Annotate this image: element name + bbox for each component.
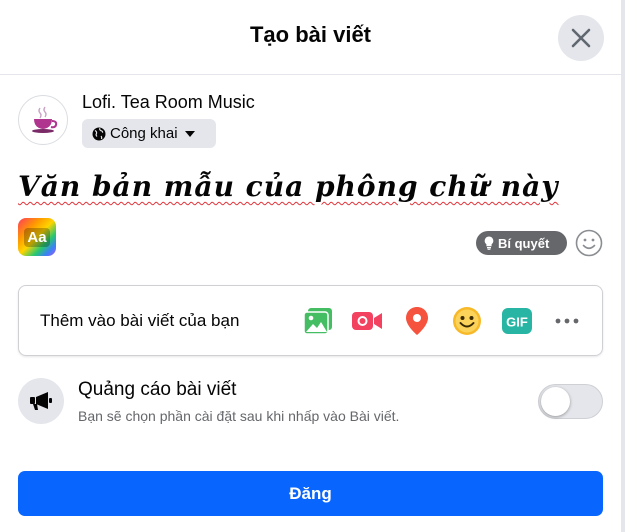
- privacy-label: Công khai: [110, 125, 178, 142]
- post-text-content: Văn bản mẫu của phông chữ này: [18, 170, 559, 203]
- boost-post-toggle[interactable]: [538, 384, 603, 419]
- post-button[interactable]: Đăng: [18, 471, 603, 516]
- caret-down-icon: [184, 130, 195, 137]
- post-text-input[interactable]: Văn bản mẫu của phông chữ này: [18, 170, 559, 203]
- boost-post-title: Quảng cáo bài viết: [78, 379, 237, 400]
- live-video-button[interactable]: [350, 304, 384, 338]
- lightbulb-icon: [484, 236, 494, 250]
- check-in-button[interactable]: [400, 304, 434, 338]
- globe-icon: [92, 127, 106, 140]
- location-pin-icon: [406, 307, 428, 335]
- boost-post-description: Bạn sẽ chọn phần cài đặt sau khi nhấp và…: [78, 408, 400, 424]
- gif-icon: GIF: [502, 308, 532, 334]
- photo-video-button[interactable]: [301, 304, 335, 338]
- add-to-post-label[interactable]: Thêm vào bài viết của bạn: [40, 311, 239, 331]
- feeling-smiley-icon: [453, 307, 481, 335]
- create-post-dialog: Tạo bài viết Lofi. Tea Room Music Công k…: [0, 0, 625, 532]
- privacy-selector[interactable]: Công khai: [82, 119, 216, 148]
- more-dots-icon: [555, 318, 579, 324]
- teacup-avatar-icon: [32, 106, 58, 133]
- background-picker-button[interactable]: Aa: [18, 218, 56, 256]
- username[interactable]: Lofi. Tea Room Music: [82, 92, 255, 113]
- tips-label: Bí quyết: [498, 235, 550, 251]
- video-camera-icon: [352, 312, 382, 330]
- more-options-button[interactable]: [550, 304, 584, 338]
- tips-button[interactable]: Bí quyết: [476, 231, 567, 255]
- close-icon: [571, 28, 591, 48]
- background-picker-label: Aa: [24, 227, 50, 247]
- gif-button[interactable]: GIF: [500, 304, 534, 338]
- dialog-title: Tạo bài viết: [249, 22, 372, 47]
- gif-label: GIF: [506, 315, 528, 330]
- smiley-icon: [575, 229, 603, 257]
- close-button[interactable]: [558, 15, 604, 61]
- emoji-button[interactable]: [575, 229, 603, 257]
- photo-icon: [303, 308, 332, 335]
- scrollbar-track: [621, 0, 625, 532]
- add-to-post-bar: Thêm vào bài viết của bạn GIF: [18, 285, 603, 356]
- avatar[interactable]: [18, 95, 68, 145]
- dialog-header: Tạo bài viết: [0, 0, 621, 75]
- megaphone-icon: [30, 392, 52, 410]
- feeling-activity-button[interactable]: [450, 304, 484, 338]
- toggle-knob: [541, 387, 570, 416]
- boost-post-icon-badge: [18, 378, 64, 424]
